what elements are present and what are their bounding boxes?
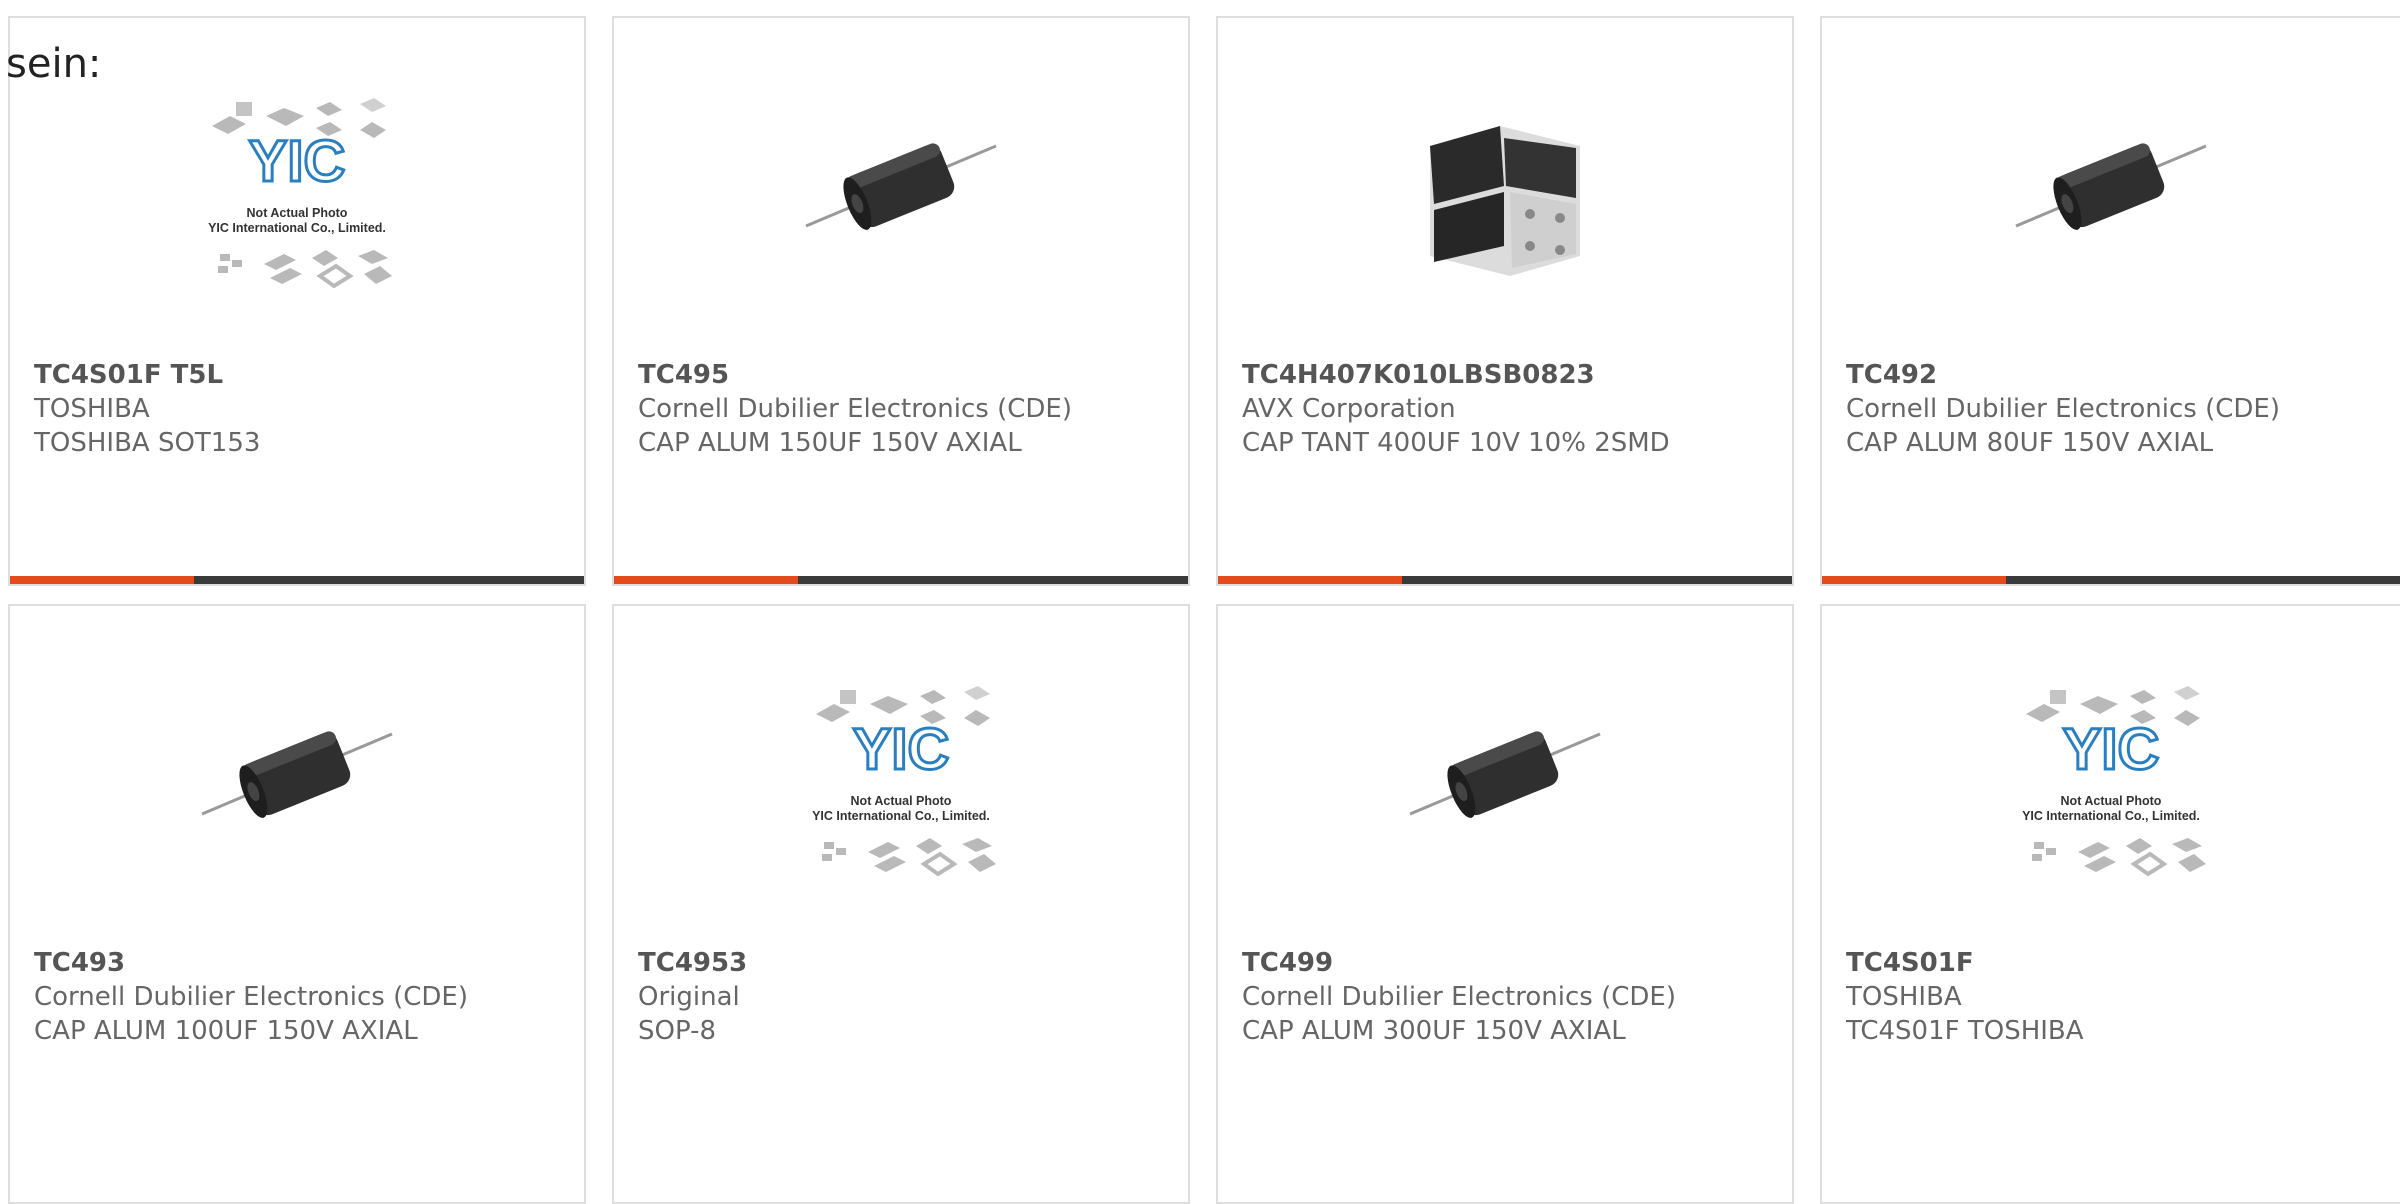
card-accent-bar [1218, 576, 1402, 584]
product-card[interactable]: YIC Not Actual Photo YIC International C… [8, 16, 586, 586]
product-card[interactable]: TC4H407K010LBSB0823 AVX Corporation CAP … [1216, 16, 1794, 586]
svg-text:YIC: YIC [853, 717, 950, 782]
part-number[interactable]: TC4S01F [1846, 946, 2400, 980]
svg-text:YIC International Co., Limited: YIC International Co., Limited. [812, 809, 990, 823]
part-number[interactable]: TC495 [638, 358, 1178, 392]
description: CAP ALUM 100UF 150V AXIAL [34, 1016, 418, 1046]
axial-capacitor-image [2006, 86, 2216, 296]
manufacturer: AVX Corporation [1242, 394, 1456, 424]
product-card[interactable]: TC492 Cornell Dubilier Electronics (CDE)… [1820, 16, 2400, 586]
tantalum-capacitor-image [1400, 86, 1610, 296]
svg-text:Not Actual Photo: Not Actual Photo [851, 794, 952, 808]
card-bottom-bar [1218, 576, 1792, 584]
manufacturer: Cornell Dubilier Electronics (CDE) [1846, 394, 2280, 424]
description: TC4S01F TOSHIBA [1846, 1016, 2084, 1046]
svg-text:YIC: YIC [249, 129, 346, 194]
description: CAP ALUM 80UF 150V AXIAL [1846, 428, 2214, 458]
manufacturer: Original [638, 982, 740, 1012]
part-number[interactable]: TC492 [1846, 358, 2400, 392]
card-bottom-bar [614, 576, 1188, 584]
axial-capacitor-image [192, 674, 402, 884]
description: CAP ALUM 300UF 150V AXIAL [1242, 1016, 1626, 1046]
product-card[interactable]: TC495 Cornell Dubilier Electronics (CDE)… [612, 16, 1190, 586]
description: CAP ALUM 150UF 150V AXIAL [638, 428, 1022, 458]
product-card[interactable]: YIC Not Actual Photo YIC International C… [612, 604, 1190, 1204]
svg-text:Not Actual Photo: Not Actual Photo [247, 206, 348, 220]
placeholder-chips-image: YIC Not Actual Photo YIC International C… [796, 674, 1006, 884]
description: TOSHIBA SOT153 [34, 428, 261, 458]
placeholder-chips-image: YIC Not Actual Photo YIC International C… [2006, 674, 2216, 884]
card-accent-bar [1822, 576, 2006, 584]
manufacturer: Cornell Dubilier Electronics (CDE) [638, 394, 1072, 424]
svg-text:YIC: YIC [2063, 717, 2160, 782]
part-number[interactable]: TC4H407K010LBSB0823 [1242, 358, 1782, 392]
product-card[interactable]: TC493 Cornell Dubilier Electronics (CDE)… [8, 604, 586, 1204]
card-accent-bar [10, 576, 194, 584]
description: SOP-8 [638, 1016, 716, 1046]
card-bottom-bar [10, 576, 584, 584]
part-number[interactable]: TC499 [1242, 946, 1782, 980]
part-number[interactable]: TC4S01F T5L [34, 358, 574, 392]
manufacturer: TOSHIBA [1846, 982, 1962, 1012]
svg-text:YIC International Co., Limited: YIC International Co., Limited. [2022, 809, 2200, 823]
manufacturer: TOSHIBA [34, 394, 150, 424]
card-bottom-bar [1822, 576, 2400, 584]
part-number[interactable]: TC493 [34, 946, 574, 980]
description: CAP TANT 400UF 10V 10% 2SMD [1242, 428, 1670, 458]
product-card[interactable]: YIC Not Actual Photo YIC International C… [1820, 604, 2400, 1204]
product-card[interactable]: TC499 Cornell Dubilier Electronics (CDE)… [1216, 604, 1794, 1204]
manufacturer: Cornell Dubilier Electronics (CDE) [1242, 982, 1676, 1012]
svg-text:Not Actual Photo: Not Actual Photo [2061, 794, 2162, 808]
axial-capacitor-image [1400, 674, 1610, 884]
placeholder-chips-image: YIC Not Actual Photo YIC International C… [192, 86, 402, 296]
manufacturer: Cornell Dubilier Electronics (CDE) [34, 982, 468, 1012]
intro-text: sein: [6, 41, 102, 87]
axial-capacitor-image [796, 86, 1006, 296]
part-number[interactable]: TC4953 [638, 946, 1178, 980]
svg-text:YIC International Co., Limited: YIC International Co., Limited. [208, 221, 386, 235]
card-accent-bar [614, 576, 798, 584]
